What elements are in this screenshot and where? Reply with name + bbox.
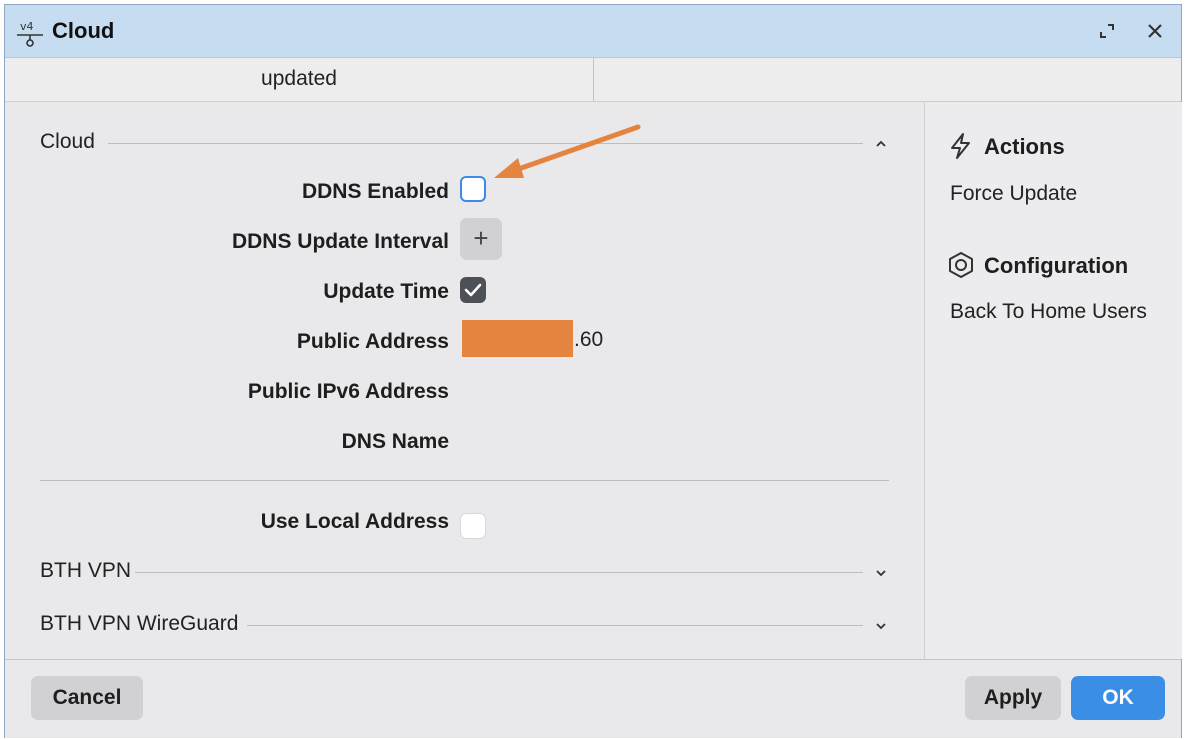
dns-name-label: DNS Name	[341, 430, 449, 453]
force-update-link[interactable]: Force Update	[950, 182, 1077, 206]
section-cloud-label: Cloud	[40, 130, 95, 153]
use-local-address-label: Use Local Address	[260, 510, 449, 533]
section-bth-wireguard-label: BTH VPN WireGuard	[40, 612, 239, 635]
cancel-button[interactable]: Cancel	[31, 676, 143, 720]
maximize-icon[interactable]	[1095, 19, 1119, 43]
update-time-checkbox[interactable]	[460, 277, 486, 303]
lightning-icon	[951, 133, 970, 159]
chevron-down-icon[interactable]	[874, 619, 888, 633]
section-rule	[247, 625, 863, 626]
public-address-label: Public Address	[296, 330, 449, 353]
add-interval-button[interactable]: +	[460, 218, 502, 260]
ipv4-network-icon: v4	[17, 20, 43, 47]
public-ipv6-label: Public IPv6 Address	[247, 380, 449, 403]
actions-title: Actions	[984, 134, 1065, 159]
section-bth-vpn-label: BTH VPN	[40, 559, 132, 582]
update-time-label: Update Time	[323, 280, 449, 303]
use-local-address-checkbox[interactable]	[460, 513, 486, 539]
section-bth-wireguard-header[interactable]: BTH VPN WireGuard	[40, 612, 890, 638]
annotation-arrow-icon	[494, 124, 641, 178]
side-panel: Actions Force Update Configuration Back …	[924, 102, 1182, 659]
ok-button[interactable]: OK	[1071, 676, 1165, 720]
tab-updated[interactable]: updated	[5, 58, 594, 101]
section-rule	[135, 572, 863, 573]
ddns-update-interval-label: DDNS Update Interval	[231, 230, 449, 253]
section-divider	[40, 480, 889, 481]
checkmark-icon	[464, 283, 482, 297]
section-bth-vpn-header[interactable]: BTH VPN	[40, 559, 890, 585]
svg-text:v4: v4	[20, 20, 34, 33]
chevron-down-icon[interactable]	[874, 566, 888, 580]
ddns-enabled-label: DDNS Enabled	[301, 180, 449, 203]
main-pane: Cloud DDNS Enabled DDNS Update Interval …	[5, 102, 924, 659]
public-address-value: .60	[574, 328, 604, 351]
redacted-address-block	[462, 320, 573, 357]
dialog-footer: Cancel Apply OK	[5, 659, 1181, 738]
chevron-up-icon[interactable]	[874, 137, 888, 151]
apply-button[interactable]: Apply	[965, 676, 1061, 720]
back-to-home-users-link[interactable]: Back To Home Users	[950, 300, 1147, 324]
tab-bar: updated	[5, 58, 1181, 102]
dialog-title: Cloud	[52, 18, 115, 43]
section-cloud-header[interactable]: Cloud	[40, 130, 890, 156]
title-bar: v4 Cloud	[5, 5, 1181, 58]
hexagon-icon	[949, 252, 973, 278]
close-icon[interactable]	[1143, 19, 1167, 43]
configuration-title: Configuration	[984, 253, 1129, 278]
cloud-dialog: v4 Cloud updated Cloud DDNS Enabled DDNS…	[4, 4, 1182, 738]
